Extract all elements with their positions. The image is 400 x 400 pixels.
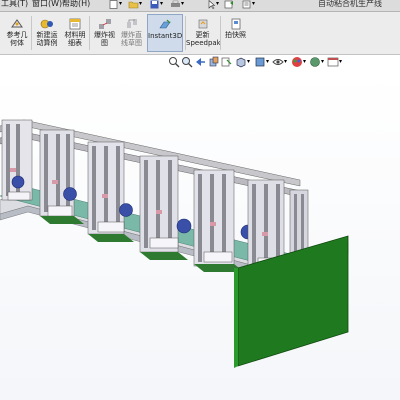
zoom-to-area-icon[interactable]	[181, 56, 193, 68]
apply-scene-chevron-icon[interactable]: ▾	[321, 56, 326, 68]
view-orientation-chevron-icon[interactable]: ▾	[247, 56, 252, 68]
hide-show-chevron-icon[interactable]: ▾	[284, 56, 289, 68]
reference-geometry-label: 参考几 何体	[6, 31, 28, 47]
green-end-panel-edge	[234, 268, 238, 368]
instant3d-button[interactable]: Instant3D	[147, 14, 183, 52]
ribbon-separator	[89, 16, 90, 50]
update-speedpak-label: 更新 Speedpak	[186, 31, 221, 47]
bill-of-materials-label: 材料明 细表	[64, 31, 86, 47]
instant3d-label: Instant3D	[148, 32, 183, 40]
menu-tools[interactable]: 工具(T)	[1, 0, 28, 10]
command-manager: 参考几 何体 新建运 动算例 材料明 细表 爆炸视 图 爆炸直 线草图 Inst…	[0, 12, 400, 55]
menu-help[interactable]: 帮助(H)	[62, 0, 90, 10]
assembly-model	[0, 72, 400, 400]
exploded-view-icon	[98, 19, 111, 29]
reference-geometry-button[interactable]: 参考几 何体	[3, 14, 31, 52]
graphics-area[interactable]	[0, 72, 400, 400]
save-icon[interactable]	[149, 0, 160, 9]
apply-scene-icon[interactable]	[309, 56, 321, 68]
reference-geometry-icon	[11, 19, 23, 28]
open-dropdown-chevron-icon[interactable]: ▾	[139, 0, 144, 9]
ribbon-separator	[31, 16, 32, 50]
new-motion-study-label: 新建运 动算例	[36, 31, 58, 47]
machine-station	[1, 119, 33, 201]
hide-show-items-icon[interactable]	[272, 56, 284, 68]
view-settings-icon[interactable]	[327, 56, 339, 68]
take-snapshot-button[interactable]: 拍快照	[222, 14, 249, 52]
explode-line-sketch-button[interactable]: 爆炸直 线草图	[118, 14, 145, 52]
menu-window[interactable]: 窗口(W)	[32, 0, 62, 10]
explode-line-sketch-label: 爆炸直 线草图	[121, 31, 142, 47]
save-dropdown-chevron-icon[interactable]: ▾	[160, 0, 165, 9]
exploded-view-label: 爆炸视 图	[94, 31, 115, 47]
document-title: 自动粘合机生产线	[318, 0, 382, 8]
take-snapshot-label: 拍快照	[225, 31, 246, 39]
display-style-chevron-icon[interactable]: ▾	[266, 56, 271, 68]
exploded-view-button[interactable]: 爆炸视 图	[91, 14, 118, 52]
select-dropdown-chevron-icon[interactable]: ▾	[216, 0, 221, 9]
edit-appearance-icon[interactable]	[291, 56, 303, 68]
display-style-icon[interactable]	[254, 56, 266, 68]
edit-appearance-chevron-icon[interactable]: ▾	[303, 56, 308, 68]
new-motion-study-icon	[40, 19, 53, 29]
explode-line-sketch-icon	[126, 19, 137, 28]
dynamic-annotation-icon[interactable]	[221, 56, 233, 68]
section-view-icon[interactable]	[208, 56, 220, 68]
view-settings-chevron-icon[interactable]: ▾	[339, 56, 344, 68]
new-dropdown-chevron-icon[interactable]: ▾	[119, 0, 124, 9]
heads-up-view-toolbar: ▾ ▾ ▾ ▾ ▾ ▾	[164, 56, 354, 70]
view-orientation-icon[interactable]	[235, 56, 247, 68]
previous-view-icon[interactable]	[194, 56, 206, 68]
instant3d-icon	[159, 19, 171, 29]
bill-of-materials-icon	[69, 18, 81, 30]
ribbon-separator	[220, 16, 221, 50]
options-icon[interactable]	[241, 0, 252, 9]
zoom-to-fit-icon[interactable]	[168, 56, 180, 68]
print-icon[interactable]	[170, 0, 181, 9]
options-dropdown-chevron-icon[interactable]: ▾	[252, 0, 257, 9]
rebuild-icon[interactable]	[224, 0, 235, 9]
menu-bar: 工具(T) 窗口(W) 帮助(H) ▾ ▾ ▾ ▾ ▾ ▾ 自动粘合机生产线	[0, 0, 400, 12]
update-speedpak-icon	[198, 19, 207, 29]
open-folder-icon[interactable]	[128, 0, 139, 9]
update-speedpak-button[interactable]: 更新 Speedpak	[186, 14, 221, 52]
new-document-icon[interactable]	[108, 0, 119, 9]
take-snapshot-icon	[231, 18, 240, 30]
new-motion-study-button[interactable]: 新建运 动算例	[33, 14, 61, 52]
print-dropdown-chevron-icon[interactable]: ▾	[181, 0, 186, 9]
bill-of-materials-button[interactable]: 材料明 细表	[62, 14, 88, 52]
